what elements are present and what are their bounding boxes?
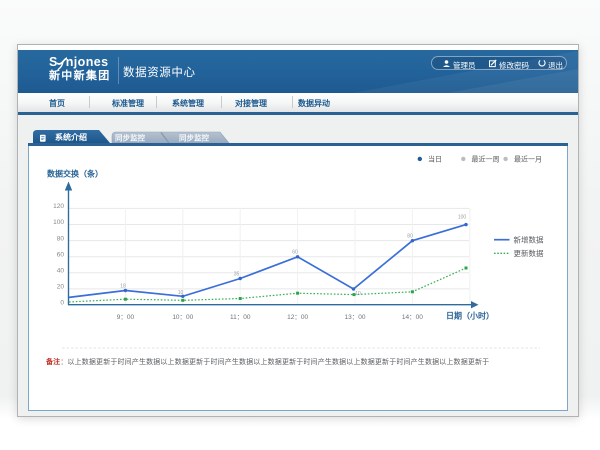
svg-text:更新数据: 更新数据 (514, 248, 544, 258)
svg-text:80: 80 (57, 235, 65, 242)
svg-text:14：00: 14：00 (402, 314, 423, 321)
svg-text:最近一周: 最近一周 (472, 155, 500, 164)
svg-text:18: 18 (120, 284, 126, 290)
svg-text:新增数据: 新增数据 (514, 234, 544, 244)
svg-text:10: 10 (178, 290, 184, 296)
svg-text:同步监控: 同步监控 (115, 133, 145, 143)
svg-text:9：00: 9：00 (117, 314, 135, 321)
svg-text:80: 80 (407, 234, 413, 240)
svg-text:60: 60 (57, 251, 65, 258)
svg-text:10：00: 10：00 (172, 314, 193, 321)
svg-text:11：00: 11：00 (230, 314, 251, 321)
svg-text:数据交换（条）: 数据交换（条） (47, 169, 103, 179)
svg-text:10: 10 (355, 291, 361, 297)
svg-text:12：00: 12：00 (287, 314, 308, 321)
svg-text:120: 120 (53, 203, 64, 210)
svg-text:系统介绍: 系统介绍 (55, 132, 87, 142)
svg-text:日期（小时）: 日期（小时） (446, 311, 494, 321)
svg-text:100: 100 (458, 215, 467, 221)
svg-text:100: 100 (53, 219, 64, 226)
svg-text:13：00: 13：00 (345, 314, 366, 321)
svg-text:当日: 当日 (428, 155, 442, 164)
svg-text:0: 0 (60, 300, 64, 307)
svg-text:最近一月: 最近一月 (514, 155, 542, 164)
svg-text:60: 60 (292, 250, 298, 256)
svg-text:40: 40 (57, 268, 65, 275)
svg-text:20: 20 (57, 284, 65, 291)
svg-text:同步监控: 同步监控 (179, 133, 209, 143)
svg-text:35: 35 (234, 272, 240, 278)
svg-text:备注：以上数据更新于时间产生数据以上数据更新于时间产生数据以: 备注：以上数据更新于时间产生数据以上数据更新于时间产生数据以上数据更新于时间产生… (45, 357, 489, 366)
